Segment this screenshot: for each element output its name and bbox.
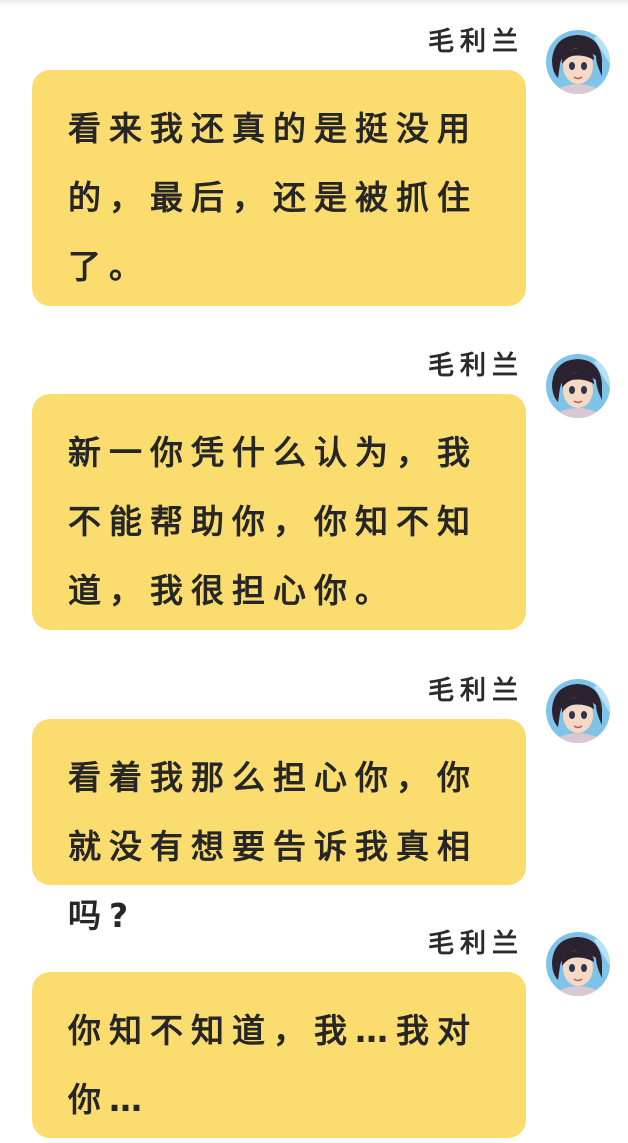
avatar-ran-mouri-icon[interactable] [546, 679, 610, 743]
avatar-ran-mouri-icon[interactable] [546, 30, 610, 94]
avatar-ran-mouri-icon[interactable] [546, 932, 610, 996]
avatar-ran-mouri-icon[interactable] [546, 354, 610, 418]
message-bubble: 看着我那么担心你，你就没有想要告诉我真相吗? [32, 719, 526, 935]
sender-name: 毛利兰 [427, 929, 524, 959]
message-text: 看来我还真的是挺没用的，最后，还是被抓住了。 [68, 109, 478, 286]
sender-name: 毛利兰 [427, 27, 524, 57]
message-bubble: 新一你凭什么认为，我不能帮助你，你知不知道，我很担心你。 [32, 394, 526, 630]
message-text: 你知不知道，我…我对你… [68, 1011, 478, 1119]
message-bubble: 看来我还真的是挺没用的，最后，还是被抓住了。 [32, 70, 526, 306]
sender-name: 毛利兰 [427, 676, 524, 706]
message-text: 新一你凭什么认为，我不能帮助你，你知不知道，我很担心你。 [68, 433, 478, 610]
sender-name: 毛利兰 [427, 351, 524, 381]
status-bar-shadow [0, 0, 628, 6]
message-text: 看着我那么担心你，你就没有想要告诉我真相吗? [68, 758, 478, 935]
message-bubble: 你知不知道，我…我对你… [32, 972, 526, 1138]
